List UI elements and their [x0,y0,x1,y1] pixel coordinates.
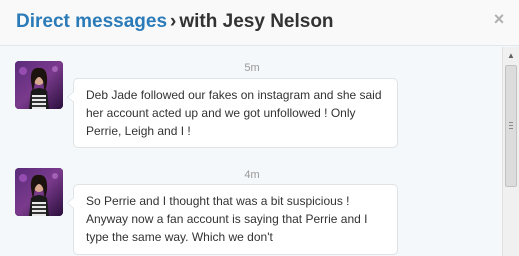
dialog-title: Direct messages › with Jesy Nelson [16,10,334,34]
scrollbar-thumb[interactable] [505,65,517,187]
message-timestamp: 4m [244,169,260,181]
scrollbar[interactable]: ▲ [502,47,519,256]
message-thread[interactable]: 5m Deb Jade followed our fakes on instag… [0,47,502,256]
message-text: Deb Jade followed our fakes on instagram… [86,88,382,138]
breadcrumb-separator: › [170,11,177,32]
avatar[interactable] [15,61,63,109]
direct-messages-link[interactable]: Direct messages [16,11,167,32]
scroll-up-arrow-icon[interactable]: ▲ [503,47,519,64]
conversation-title: with Jesy Nelson [179,11,334,32]
message-text: So Perrie and I thought that was a bit s… [86,194,368,244]
dialog-header: Direct messages › with Jesy Nelson × [0,0,519,46]
message-bubble: Deb Jade followed our fakes on instagram… [67,78,398,148]
message-bubble: So Perrie and I thought that was a bit s… [67,184,398,255]
message-timestamp: 5m [244,62,260,74]
close-icon[interactable]: × [490,10,508,28]
avatar[interactable] [15,168,63,216]
